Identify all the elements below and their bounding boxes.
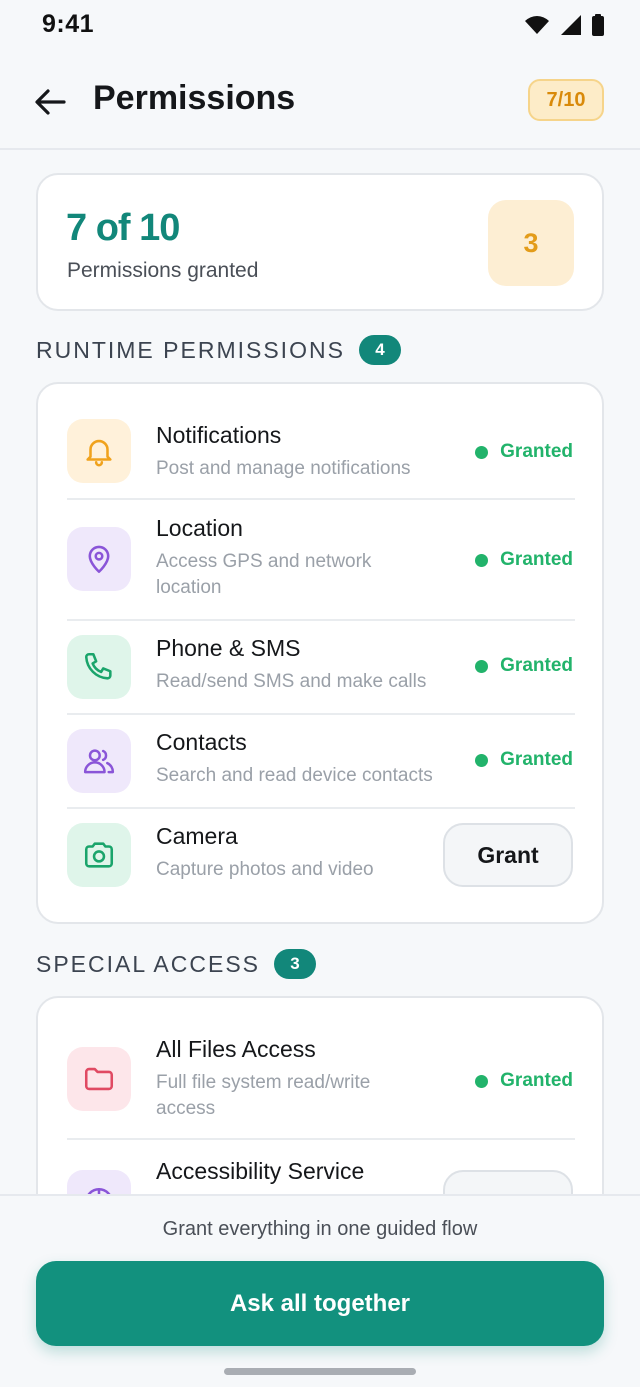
status-label: Granted (500, 749, 573, 770)
guided-flow-hint: Grant everything in one guided flow (162, 1218, 478, 1240)
status-bar: 9:41 (0, 0, 640, 52)
grant-camera-button[interactable]: Grant (443, 823, 573, 887)
permission-description: Read/send SMS and make calls (156, 671, 427, 692)
granted-status: Granted (475, 441, 573, 463)
permissions-scroll[interactable]: 7 of 10 Permissions granted 3 RUNTIME PE… (0, 151, 640, 1194)
granted-dot-icon (475, 553, 489, 567)
summary-subtitle: Permissions granted (67, 259, 259, 282)
phone-icon (67, 635, 131, 699)
bell-icon (67, 419, 131, 483)
section-count-badge: 3 (274, 949, 317, 979)
accessibility-icon (67, 1170, 131, 1194)
status-label: Granted (500, 441, 573, 462)
permission-name: Accessibility Service (156, 1158, 365, 1184)
summary-headline: 7 of 10 (66, 207, 180, 249)
granted-status: Granted (475, 655, 573, 677)
permission-description: Full file system read/write access (156, 1072, 371, 1119)
granted-dot-icon (475, 753, 489, 767)
permission-description: Post and manage notifications (156, 458, 411, 479)
summary-card: 7 of 10 Permissions granted 3 (36, 173, 604, 311)
grant-accessibility-button[interactable] (443, 1170, 573, 1194)
permission-description: Access GPS and network location (156, 551, 372, 598)
section-label: SPECIAL ACCESS (36, 950, 261, 977)
permission-row-camera[interactable]: Camera Capture photos and video Grant (38, 809, 602, 922)
runtime-permissions-card: Notifications Post and manage notificati… (36, 382, 604, 924)
wifi-icon (525, 16, 549, 34)
special-access-card: All Files Access Full file system read/w… (36, 996, 604, 1194)
page-title: Permissions (93, 79, 296, 117)
battery-icon (592, 14, 604, 36)
users-icon (67, 729, 131, 793)
permission-row-all-files[interactable]: All Files Access Full file system read/w… (38, 998, 602, 1139)
app-bar: Permissions 7/10 (0, 52, 640, 150)
permission-name: Location (156, 515, 243, 541)
granted-status: Granted (475, 1070, 573, 1092)
permission-row-accessibility[interactable]: Accessibility Service (38, 1140, 602, 1194)
permission-name: All Files Access (156, 1036, 316, 1062)
status-label: Granted (500, 1070, 573, 1091)
permission-row-location[interactable]: Location Access GPS and network location… (38, 500, 602, 620)
granted-status: Granted (475, 549, 573, 571)
permission-description: Search and read device contacts (156, 765, 433, 786)
section-header-runtime: RUNTIME PERMISSIONS 4 (36, 335, 401, 365)
permission-description: Capture photos and video (156, 859, 374, 880)
camera-icon (67, 823, 131, 887)
signal-icon (561, 15, 581, 35)
folder-icon (67, 1047, 131, 1111)
permission-name: Camera (156, 823, 238, 849)
permission-row-phone-sms[interactable]: Phone & SMS Read/send SMS and make calls… (38, 621, 602, 714)
location-pin-icon (67, 527, 131, 591)
permission-name: Phone & SMS (156, 635, 301, 661)
home-indicator[interactable] (224, 1368, 416, 1375)
arrow-left-icon (35, 89, 66, 115)
pending-count-badge: 3 (488, 200, 574, 286)
section-header-special: SPECIAL ACCESS 3 (36, 949, 317, 979)
status-label: Granted (500, 549, 573, 570)
permission-name: Contacts (156, 729, 247, 755)
permission-row-notifications[interactable]: Notifications Post and manage notificati… (38, 384, 602, 499)
ask-all-together-button[interactable]: Ask all together (36, 1261, 604, 1346)
granted-status: Granted (475, 749, 573, 771)
permission-row-contacts[interactable]: Contacts Search and read device contacts… (38, 715, 602, 808)
status-icons (524, 14, 604, 36)
granted-dot-icon (475, 659, 489, 673)
granted-dot-icon (475, 1074, 489, 1088)
status-label: Granted (500, 655, 573, 676)
status-time: 9:41 (42, 10, 95, 38)
granted-count-badge: 7/10 (528, 79, 604, 121)
back-button[interactable] (30, 82, 70, 122)
section-count-badge: 4 (358, 335, 401, 365)
permission-name: Notifications (156, 422, 282, 448)
bottom-action-bar: Grant everything in one guided flow Ask … (0, 1194, 640, 1387)
section-label: RUNTIME PERMISSIONS (36, 336, 345, 363)
granted-dot-icon (475, 445, 489, 459)
